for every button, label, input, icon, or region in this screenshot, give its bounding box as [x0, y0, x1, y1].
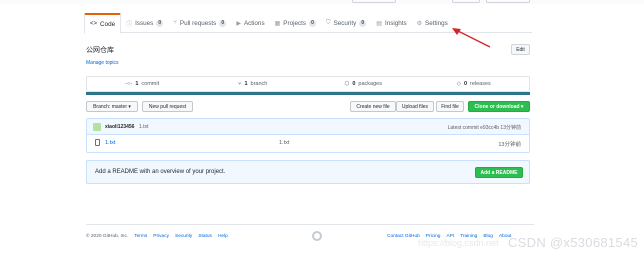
commit-message[interactable]: 1.txt	[139, 124, 148, 130]
branches-count[interactable]: ⑂ 1 branch	[198, 77, 309, 91]
commits-count[interactable]: -○- 1 commit	[87, 77, 198, 91]
shield-icon: ⛉	[326, 19, 331, 26]
packages-number: 0	[352, 81, 356, 87]
branches-number: 1	[244, 81, 248, 87]
packages-count[interactable]: ⬡ 0 packages	[308, 77, 419, 91]
file-icon	[95, 139, 100, 146]
releases-label: releases	[470, 81, 491, 87]
footer-link-terms[interactable]: Terms	[134, 234, 147, 239]
repo-tabs: <> Code ⓘ Issues 0 ⑂ Pull requests 0 ▶ A…	[84, 13, 453, 34]
find-file-button[interactable]: Find file	[436, 101, 464, 112]
tab-security[interactable]: ⛉ Security 0	[321, 13, 371, 33]
tag-icon: ◇	[456, 81, 461, 87]
footer-left: © 2020 GitHub, Inc. Terms Privacy Securi…	[86, 234, 228, 239]
releases-number: 0	[463, 81, 467, 87]
footer-link-privacy[interactable]: Privacy	[153, 234, 169, 239]
copyright-text: © 2020 GitHub, Inc.	[86, 234, 129, 239]
gear-icon: ⚙	[416, 20, 423, 27]
language-bar	[86, 92, 530, 95]
readme-prompt-text: Add a README with an overview of your pr…	[95, 169, 226, 175]
add-readme-button[interactable]: Add a README	[475, 167, 523, 178]
table-row[interactable]: 1.txt 1.txt 13分钟前	[87, 135, 529, 153]
branch-select[interactable]: Branch: master ▾	[86, 101, 138, 112]
branch-icon: ⑂	[238, 81, 242, 87]
tab-label: Issues	[135, 19, 154, 27]
graph-icon: ▤	[376, 20, 382, 27]
star-button[interactable]	[452, 0, 480, 3]
file-commit-message[interactable]: 1.txt	[279, 140, 289, 146]
footer-link-contact[interactable]: Contact GitHub	[387, 234, 420, 239]
tab-label: Pull requests	[179, 19, 217, 27]
clone-or-download-button[interactable]: Clone or download ▾	[468, 101, 530, 112]
project-icon: ▦	[274, 20, 281, 27]
tab-label: Insights	[384, 19, 407, 27]
issue-icon: ⓘ	[126, 21, 133, 28]
footer-link-help[interactable]: Help	[218, 234, 228, 239]
tab-code[interactable]: <> Code	[84, 13, 122, 34]
count-badge: 0	[309, 19, 317, 27]
tab-insights[interactable]: ▤ Insights	[371, 13, 411, 33]
package-icon: ⬡	[344, 81, 350, 87]
play-icon: ▶	[236, 20, 241, 27]
footer-divider	[86, 224, 534, 225]
tab-label: Settings	[425, 19, 448, 27]
commits-label: commit	[141, 81, 160, 87]
watch-button[interactable]	[352, 0, 396, 3]
watermark-url: https://blog.csdn.net	[418, 238, 499, 248]
tab-label: Code	[100, 20, 116, 28]
edit-button[interactable]: Edit	[511, 44, 530, 55]
latest-commit-bar: xiaoli123456 1.txt Latest commit e93cc4b…	[87, 119, 529, 135]
latest-commit-info[interactable]: Latest commit e93cc4b 13分钟前	[448, 124, 521, 131]
repo-numbers-summary: -○- 1 commit ⑂ 1 branch ⬡ 0 packages ◇ 0…	[86, 76, 530, 92]
tab-pull-requests[interactable]: ⑂ Pull requests 0	[168, 13, 231, 33]
new-pull-request-button[interactable]: New pull request	[142, 101, 193, 112]
file-name-link[interactable]: 1.txt	[105, 140, 115, 146]
tab-issues[interactable]: ⓘ Issues 0	[121, 13, 168, 33]
pull-request-icon: ⑂	[173, 20, 177, 26]
commit-icon: -○-	[125, 81, 133, 87]
tab-actions[interactable]: ▶ Actions	[231, 13, 269, 33]
readme-banner: Add a README with an overview of your pr…	[86, 160, 530, 184]
count-badge: 0	[359, 19, 367, 27]
tab-label: Security	[333, 19, 357, 27]
github-logo-icon[interactable]	[312, 231, 322, 241]
repo-description: 公网仓库	[86, 47, 114, 54]
file-browser: xiaoli123456 1.txt Latest commit e93cc4b…	[86, 118, 530, 153]
commits-number: 1	[135, 81, 139, 87]
top-strip	[0, 0, 644, 4]
csdn-watermark: CSDN @x530681545	[507, 235, 638, 250]
count-badge: 0	[156, 19, 164, 27]
packages-label: packages	[358, 81, 382, 87]
fork-button[interactable]	[486, 0, 530, 3]
footer-link-status[interactable]: Status	[198, 234, 212, 239]
count-badge: 0	[219, 19, 227, 27]
upload-files-button[interactable]: Upload files	[396, 101, 434, 112]
branches-label: branch	[250, 81, 268, 87]
file-age: 13分钟前	[498, 142, 521, 148]
releases-count[interactable]: ◇ 0 releases	[419, 77, 530, 91]
create-new-file-button[interactable]: Create new file	[350, 101, 396, 112]
commit-author[interactable]: xiaoli123456	[105, 124, 134, 130]
avatar	[93, 123, 101, 131]
tab-label: Actions	[243, 19, 265, 27]
tab-label: Projects	[283, 19, 307, 27]
annotation-arrow-icon	[452, 28, 491, 48]
code-icon: <>	[90, 21, 98, 27]
manage-topics-link[interactable]: Manage topics	[86, 60, 119, 66]
tab-projects[interactable]: ▦ Projects 0	[270, 13, 321, 33]
footer-link-security[interactable]: Security	[175, 234, 192, 239]
tab-settings[interactable]: ⚙ Settings	[412, 13, 453, 33]
